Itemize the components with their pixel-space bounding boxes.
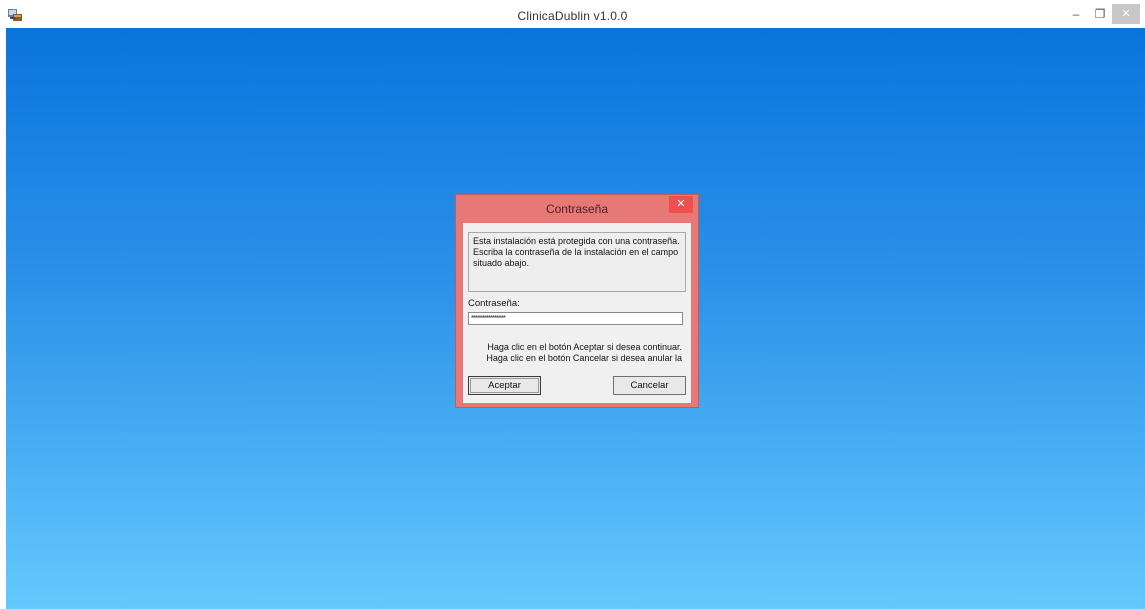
dialog-body: Esta instalación está protegida con una … [463, 223, 691, 403]
close-button[interactable]: ✕ [1112, 4, 1140, 24]
close-icon: ✕ [1121, 8, 1131, 20]
instruction-line: Haga clic en el botón Cancelar si desea … [486, 353, 682, 363]
accept-button[interactable]: Aceptar [468, 376, 541, 395]
minimize-button[interactable]: – [1066, 4, 1086, 24]
password-input[interactable]: **************** [468, 312, 683, 325]
info-line: Escriba la contraseña de la instalación … [473, 247, 679, 257]
restore-button[interactable]: ❐ [1090, 4, 1110, 24]
instruction-line: Haga clic en el botón Aceptar si desea c… [487, 342, 682, 352]
cancel-button[interactable]: Cancelar [613, 376, 686, 395]
password-dialog: Contraseña ✕ Esta instalación está prote… [455, 194, 699, 408]
installer-window: ClinicaDublin v1.0.0 – ❐ ✕ Contraseña ✕ … [0, 0, 1145, 609]
instructions-text: Haga clic en el botón Aceptar si desea c… [463, 342, 691, 364]
dialog-title: Contraseña [545, 202, 609, 216]
dialog-close-button[interactable]: ✕ [669, 196, 693, 213]
title-bar[interactable]: ClinicaDublin v1.0.0 – ❐ ✕ [0, 0, 1145, 30]
window-title: ClinicaDublin v1.0.0 [517, 9, 628, 23]
info-line: situado abajo. [473, 258, 530, 268]
info-message: Esta instalación está protegida con una … [468, 232, 686, 292]
info-line: Esta instalación está protegida con una … [473, 236, 680, 246]
password-label: Contraseña: [468, 298, 520, 309]
restore-icon: ❐ [1094, 7, 1106, 21]
minimize-icon: – [1072, 7, 1080, 21]
close-icon: ✕ [676, 198, 686, 210]
